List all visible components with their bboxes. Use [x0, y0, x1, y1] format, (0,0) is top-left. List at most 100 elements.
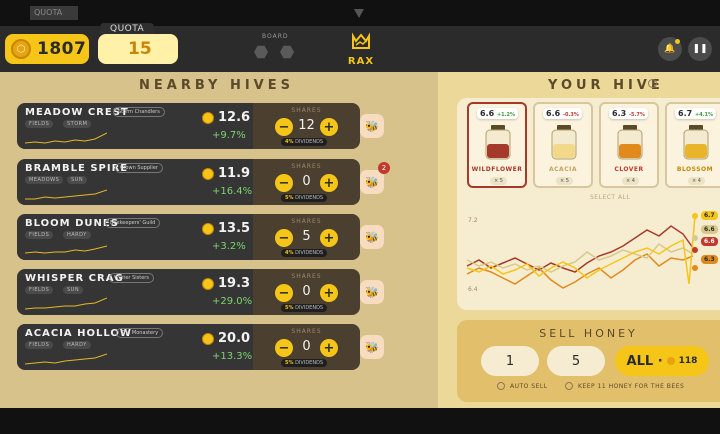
decrease-shares-button[interactable]: −: [275, 229, 293, 247]
hive-tag: HARDY: [63, 231, 91, 239]
dividend-label: DIVIDENDS: [295, 305, 324, 311]
hive-shares: SHARES − 0 + 5% DIVIDENDS: [253, 159, 360, 205]
price-sparkline: [25, 245, 107, 254]
price-sparkline: [25, 353, 107, 365]
hive-row[interactable]: BLOOM DUNES Beekeepers' Guild FIELDS HAR…: [17, 214, 360, 260]
hive-tag: SUN: [63, 286, 84, 294]
hive-owner: Beekeepers' Guild: [105, 218, 161, 228]
increase-shares-button[interactable]: +: [320, 339, 338, 357]
hive-row[interactable]: BRAMBLE SPIRE Crown Supplier MEADOWS SUN…: [17, 159, 360, 205]
dividend-label: DIVIDENDS: [295, 139, 324, 145]
select-all-button[interactable]: SELECT ALL: [590, 194, 630, 201]
hive-info: BLOOM DUNES Beekeepers' Guild FIELDS HAR…: [17, 214, 253, 260]
board-hex-icon[interactable]: [280, 45, 294, 59]
board-hex-icon[interactable]: [254, 45, 268, 59]
honey-coin-icon: [202, 168, 214, 180]
notification-badge: 2: [378, 162, 390, 174]
hive-change: +13.3%: [212, 351, 253, 362]
hive-tag: FIELDS: [25, 120, 54, 128]
hive-owner: Storm Chandlers: [113, 107, 165, 117]
honey-jar-card[interactable]: 6.3 -5.7% CLOVER × 4: [599, 102, 659, 188]
jar-price-value: 6.7: [678, 109, 693, 118]
sell-5-button[interactable]: 5: [547, 346, 605, 376]
sell-all-button[interactable]: ALL · 118: [615, 346, 709, 376]
dividend-label: DIVIDENDS: [295, 360, 324, 366]
increase-shares-button[interactable]: +: [320, 118, 338, 136]
hive-tag: HARDY: [63, 341, 91, 349]
honey-coin-icon: ⬡: [11, 39, 31, 59]
bee-button[interactable]: 🐝: [360, 280, 384, 304]
pause-button[interactable]: ❚❚: [688, 37, 712, 61]
honey-coin-icon: [202, 278, 214, 290]
sell-all-label: ALL ·: [626, 353, 663, 369]
honey-jar-card[interactable]: 6.7 +4.1% BLOSSOM × 4: [665, 102, 720, 188]
hive-info: WHISPER CRAG Winter Sisters FIELDS SUN 1…: [17, 269, 253, 315]
hive-shares: SHARES − 0 + 5% DIVIDENDS: [253, 269, 360, 315]
increase-shares-button[interactable]: +: [320, 284, 338, 302]
honey-chart-card: 6.6 +1.2% WILDFLOWER × 5 6.6 -0.3% ACACI…: [457, 98, 720, 310]
sell-1-button[interactable]: 1: [481, 346, 539, 376]
jar-price: 6.6 +1.2%: [477, 108, 519, 119]
dividend-badge: 4% DIVIDENDS: [281, 249, 328, 257]
share-count: 5: [302, 229, 311, 244]
hive-change: +3.2%: [212, 241, 246, 252]
shares-label: SHARES: [291, 163, 322, 170]
decrease-shares-button[interactable]: −: [275, 284, 293, 302]
hive-owner: The Monastery: [116, 328, 164, 338]
bee-button[interactable]: 🐝 2: [360, 162, 390, 194]
decrease-shares-button[interactable]: −: [275, 118, 293, 136]
jar-name: CLOVER: [614, 166, 644, 173]
notifications-button[interactable]: 🔔: [658, 37, 682, 61]
sell-honey-card: SELL HONEY 1 5 ALL · 118 AUTO SELL KEEP …: [457, 320, 720, 402]
nearby-hives-title: NEARBY HIVES: [139, 78, 294, 93]
jar-change: -5.7%: [628, 112, 645, 118]
sell-all-amount: 118: [678, 356, 698, 366]
keep-honey-toggle[interactable]: KEEP 11 HONEY FOR THE BEES: [565, 382, 684, 390]
end-value-label: 6.3: [701, 255, 718, 264]
hive-shares: SHARES − 0 + 5% DIVIDENDS: [253, 324, 360, 370]
bee-icon: 🐝: [365, 175, 379, 189]
shares-label: SHARES: [291, 107, 322, 114]
hive-row[interactable]: WHISPER CRAG Winter Sisters FIELDS SUN 1…: [17, 269, 360, 315]
decrease-shares-button[interactable]: −: [275, 339, 293, 357]
dividend-rate: 4%: [285, 250, 294, 256]
price-line-chart: [466, 213, 698, 289]
jar-price-value: 6.6: [480, 109, 495, 118]
bee-button[interactable]: 🐝: [360, 225, 384, 249]
bee-button[interactable]: 🐝: [360, 114, 384, 138]
increase-shares-button[interactable]: +: [320, 229, 338, 247]
increase-shares-button[interactable]: +: [320, 174, 338, 192]
hive-change: +16.4%: [212, 186, 253, 197]
jar-name: WILDFLOWER: [471, 166, 523, 173]
ghost-quota-label: QUOTA: [30, 6, 78, 20]
header-bar: ⬡ 1807 QUOTA 15 BOARD RAX 🔔 ❚❚: [0, 23, 720, 72]
coin-value: 1807: [37, 39, 87, 59]
honey-jar-card[interactable]: 6.6 +1.2% WILDFLOWER × 5: [467, 102, 527, 188]
info-icon[interactable]: i: [648, 79, 657, 88]
hive-row[interactable]: ACACIA HOLLOW The Monastery FIELDS HARDY…: [17, 324, 360, 370]
bee-icon: 🐝: [365, 119, 379, 133]
honey-jar-card[interactable]: 6.6 -0.3% ACACIA × 5: [533, 102, 593, 188]
auto-sell-toggle[interactable]: AUTO SELL: [497, 382, 548, 390]
hive-row[interactable]: MEADOW CREST Storm Chandlers FIELDS STOR…: [17, 103, 360, 149]
end-value-label: 6.7: [701, 211, 718, 220]
shares-label: SHARES: [291, 273, 322, 280]
line-endpoint: [692, 235, 698, 241]
bee-button[interactable]: 🐝: [360, 335, 384, 359]
jar-count: × 4: [688, 177, 705, 185]
honey-coin-icon: [202, 223, 214, 235]
jar-price: 6.7 +4.1%: [675, 108, 717, 119]
jar-name: BLOSSOM: [676, 166, 714, 173]
shares-label: SHARES: [291, 328, 322, 335]
dividend-rate: 4%: [285, 139, 294, 145]
decrease-shares-button[interactable]: −: [275, 174, 293, 192]
hive-tag: MEADOWS: [25, 176, 64, 184]
dividend-label: DIVIDENDS: [295, 195, 324, 201]
hive-shares: SHARES − 12 + 4% DIVIDENDS: [253, 103, 360, 149]
keep-honey-label: KEEP 11 HONEY FOR THE BEES: [578, 382, 685, 390]
jar-price-value: 6.3: [612, 109, 627, 118]
pause-icon: ❚❚: [692, 44, 708, 54]
hive-price: 11.9: [218, 166, 251, 181]
dividend-rate: 5%: [285, 360, 294, 366]
bee-icon: 🐝: [365, 230, 379, 244]
